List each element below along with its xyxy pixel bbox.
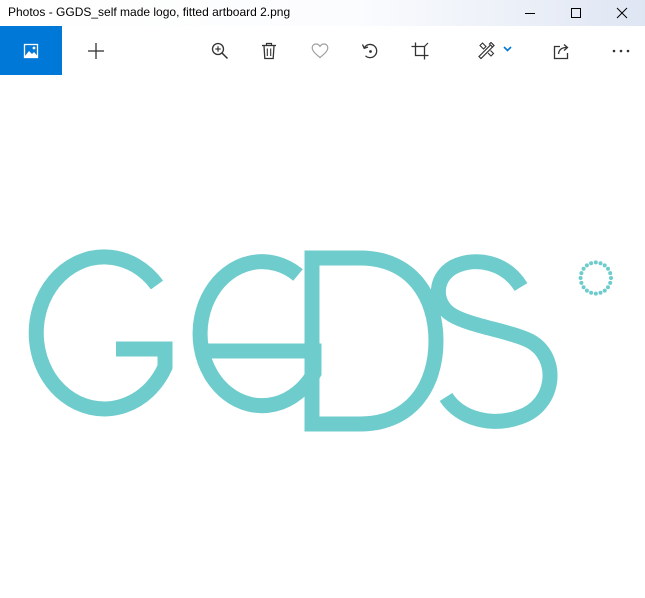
crop-button[interactable] (400, 26, 440, 75)
toolbar (0, 26, 645, 75)
maximize-button[interactable] (553, 0, 599, 26)
minimize-button[interactable] (507, 0, 553, 26)
close-icon (616, 7, 628, 19)
title-bar: Photos - GGDS_self made logo, fitted art… (0, 0, 645, 26)
maximize-icon (571, 8, 581, 18)
edit-create-icon (478, 41, 512, 59)
close-button[interactable] (599, 0, 645, 26)
see-all-photos-button[interactable] (0, 26, 62, 75)
ggds-logo-image (28, 249, 613, 438)
delete-button[interactable] (249, 26, 289, 75)
window-title: Photos - GGDS_self made logo, fitted art… (8, 5, 291, 19)
zoom-button[interactable] (200, 26, 240, 75)
logo-letter-g1 (28, 249, 173, 417)
rotate-icon (361, 43, 378, 58)
minimize-icon (525, 13, 535, 14)
see-more-button[interactable] (601, 26, 641, 75)
plus-icon (88, 42, 104, 59)
add-to-button[interactable] (76, 26, 116, 75)
heart-icon (311, 42, 329, 58)
logo-dotted-ring (578, 260, 613, 296)
crop-icon (411, 42, 429, 59)
favorite-button[interactable] (300, 26, 340, 75)
edit-and-create-button[interactable] (470, 26, 520, 75)
chevron-down-icon (503, 45, 512, 52)
logo-letter-d (304, 250, 444, 432)
rotate-button[interactable] (350, 26, 390, 75)
share-icon (553, 43, 569, 59)
logo-letter-s (430, 254, 558, 429)
image-canvas[interactable] (0, 75, 645, 598)
image-icon (23, 43, 39, 58)
more-icon (612, 49, 630, 52)
share-button[interactable] (542, 26, 582, 75)
zoom-in-icon (211, 42, 229, 59)
trash-icon (262, 42, 276, 59)
